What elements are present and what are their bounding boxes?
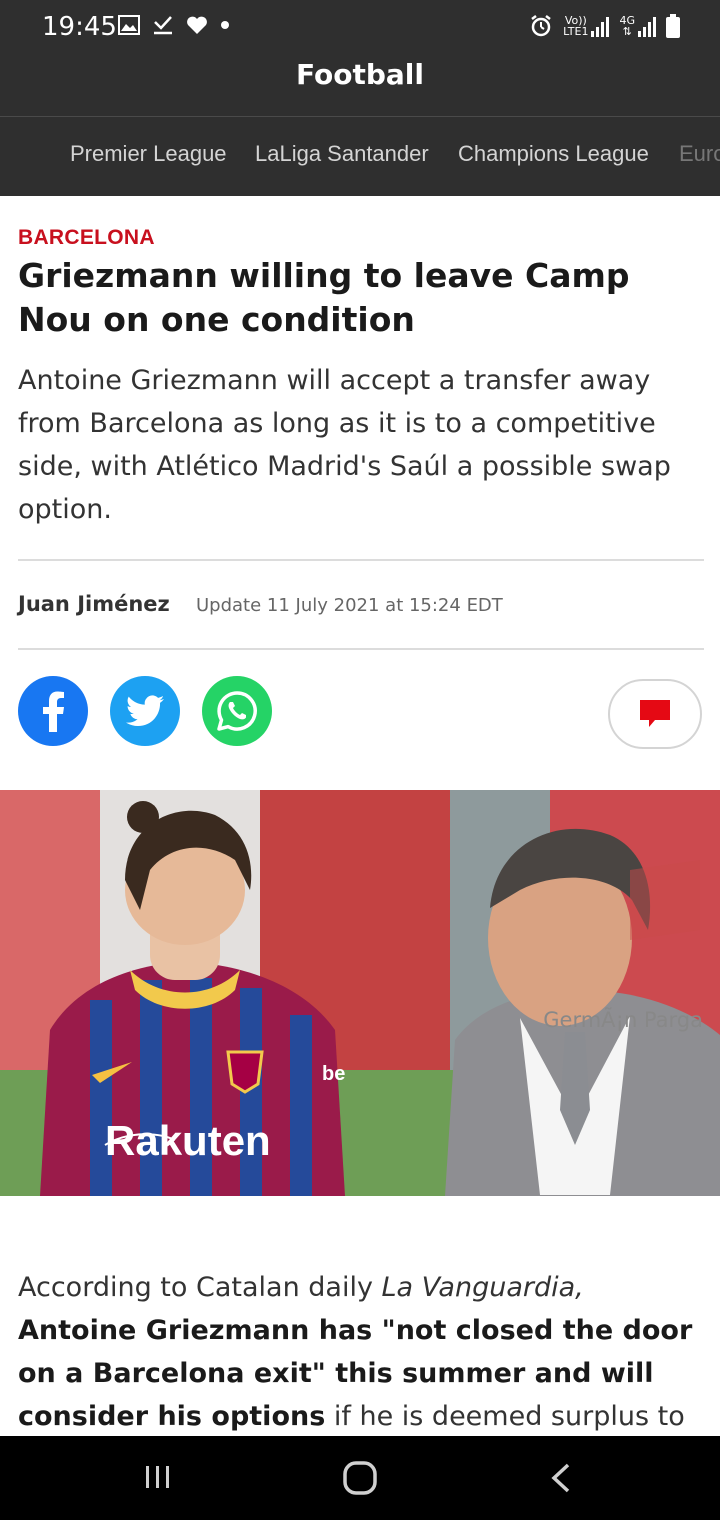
gallery-icon [118, 15, 140, 35]
article-category[interactable]: BARCELONA [18, 226, 155, 250]
whatsapp-share-button[interactable] [202, 676, 272, 746]
recent-apps-icon[interactable] [143, 1462, 173, 1492]
facebook-share-button[interactable] [18, 676, 88, 746]
twitter-share-button[interactable] [110, 676, 180, 746]
4g-signal-icon: 4G ⇅ [619, 15, 656, 37]
photo-illustration: Rakuten be [0, 790, 720, 1196]
tab-champions-league[interactable]: Champions League [458, 141, 649, 167]
body-intro: According to Catalan daily [18, 1272, 382, 1303]
volte-signal-icon: Vo)) LTE1 [563, 15, 610, 37]
facebook-icon [43, 691, 64, 732]
photo-credit: GermÃ¡n Parga [543, 1008, 703, 1032]
tab-euro[interactable]: Euro [679, 141, 720, 167]
system-nav-bar [0, 1436, 720, 1520]
download-done-icon [154, 16, 172, 35]
comments-button[interactable] [608, 679, 702, 749]
league-tabs: Premier League LaLiga Santander Champion… [0, 117, 720, 196]
heart-icon [187, 16, 207, 34]
tab-laliga-santander[interactable]: LaLiga Santander [255, 141, 429, 167]
divider [18, 559, 704, 561]
comment-icon [640, 700, 670, 727]
status-left-icons [118, 14, 230, 36]
battery-icon [666, 14, 680, 38]
whatsapp-icon [217, 691, 257, 731]
status-bar: 19:45 Vo)) LTE1 4G ⇅ [0, 0, 720, 56]
alarm-icon [531, 15, 551, 37]
sleeve-text: be [322, 1063, 345, 1085]
tab-premier-league[interactable]: Premier League [70, 141, 227, 167]
article-photo[interactable]: Rakuten be [0, 790, 720, 1196]
dot-icon [221, 21, 229, 29]
status-time: 19:45 [42, 12, 117, 42]
page-title: Football [296, 58, 424, 91]
divider [18, 648, 704, 650]
home-icon[interactable] [342, 1460, 378, 1496]
status-right-icons: Vo)) LTE1 4G ⇅ [529, 14, 680, 38]
article-update-time: Update 11 July 2021 at 15:24 EDT [196, 595, 503, 616]
body-source: La Vanguardia, [381, 1272, 584, 1303]
shirt-sponsor-text: Rakuten [105, 1117, 271, 1164]
article-subtitle: Antoine Griezmann will accept a transfer… [18, 365, 671, 525]
twitter-icon [126, 695, 164, 727]
app-header: Football [0, 56, 720, 117]
article-author[interactable]: Juan Jiménez [18, 592, 170, 616]
back-icon[interactable] [548, 1462, 574, 1494]
article-headline: Griezmann willing to leave Camp Nou on o… [18, 256, 630, 339]
